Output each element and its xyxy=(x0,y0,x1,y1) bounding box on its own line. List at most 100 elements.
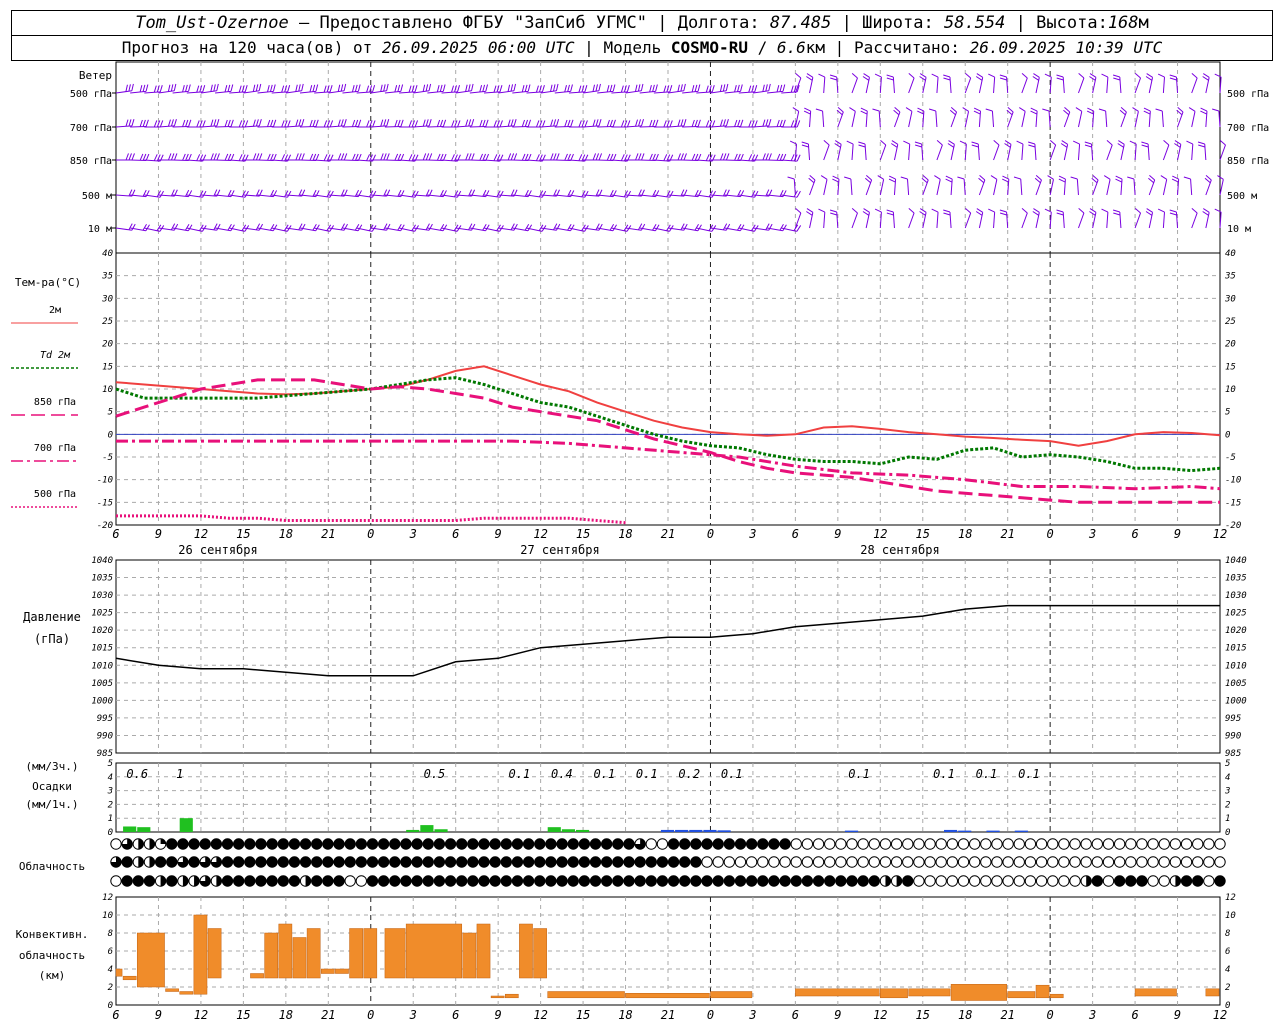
cloud-circle xyxy=(913,875,925,887)
cloud-symbol xyxy=(868,856,881,868)
wind-barb-staff xyxy=(1162,212,1165,229)
wind-barb xyxy=(1129,140,1137,161)
wind-barb-feather xyxy=(570,224,575,232)
cloud-circle xyxy=(255,838,267,850)
cloud-symbol xyxy=(980,856,992,868)
wind-barb-staff xyxy=(215,90,232,94)
wind-barb xyxy=(806,208,814,229)
wind-barb-feather xyxy=(652,223,657,231)
wind-barb-staff xyxy=(823,77,826,94)
wind-barb-feather xyxy=(267,153,271,161)
wind-barb xyxy=(1169,209,1179,229)
temperature-x-tick-label: 0 xyxy=(1047,527,1054,541)
wind-barb-feather xyxy=(943,212,951,216)
wind-level-label: 500 м xyxy=(1227,191,1257,202)
wind-barb-feather xyxy=(315,153,320,161)
wind-barb-staff xyxy=(935,111,938,128)
cloud-circle xyxy=(812,856,825,868)
wind-barb-feather xyxy=(762,119,766,127)
cloud-symbol xyxy=(489,856,501,868)
wind-barb-feather xyxy=(425,84,429,92)
wind-barb-feather xyxy=(354,84,358,92)
wind-barb-feather xyxy=(323,154,328,161)
wind-barb-feather xyxy=(541,190,547,198)
cloud-circle xyxy=(556,856,568,868)
wind-barb-feather xyxy=(187,224,193,232)
cloud-symbol xyxy=(166,838,178,850)
cloud-symbol xyxy=(1091,875,1104,887)
cloud-circle xyxy=(1058,838,1070,850)
wind-barb-feather xyxy=(468,223,473,231)
cloud-symbol xyxy=(344,838,356,850)
cloud-circle xyxy=(221,856,234,868)
cloud-symbol xyxy=(634,856,646,868)
cloud-circle xyxy=(690,838,702,850)
wind-barb-staff xyxy=(172,125,189,128)
convective-y-tick-label: 8 xyxy=(1225,929,1230,939)
wind-barb-feather xyxy=(550,153,554,161)
cloud-circle xyxy=(879,856,892,868)
precipitation-bar xyxy=(944,829,958,832)
temperature-y-tick-label: 5 xyxy=(108,408,113,418)
pressure-y-tick-label: 1000 xyxy=(1225,696,1247,706)
wind-barb-feather xyxy=(485,153,490,161)
convective-bar xyxy=(908,988,951,997)
wind-barb-feather xyxy=(252,84,256,92)
cloud-symbol xyxy=(667,875,680,887)
cloud-circle xyxy=(1147,856,1159,868)
cloud-circle xyxy=(232,875,245,887)
cloud-symbol xyxy=(1024,838,1037,850)
cloud-symbol xyxy=(400,875,412,887)
wind-barb-feather xyxy=(1191,73,1198,79)
wind-barb-staff xyxy=(1021,212,1028,229)
wind-barb-feather xyxy=(844,176,852,180)
wind-barb-feather xyxy=(1084,144,1092,148)
wind-barb-feather xyxy=(145,224,150,232)
wind-barb-feather xyxy=(694,223,699,231)
cloud-symbol xyxy=(288,856,301,868)
wind-barb-feather xyxy=(858,144,866,148)
wind-barb-feather xyxy=(1056,209,1064,213)
wind-barb-feather xyxy=(170,223,176,231)
wind-barb-feather xyxy=(535,120,540,128)
wind-barb xyxy=(1044,208,1052,229)
cloud-symbol xyxy=(366,838,379,850)
temperature-legend-label: Td 2м xyxy=(40,350,71,361)
wind-barb-staff xyxy=(299,125,317,128)
cloud-symbol xyxy=(132,838,145,850)
cloud-symbol xyxy=(1102,875,1115,887)
pressure-y-tick-label: 1030 xyxy=(91,591,113,601)
cloud-circle xyxy=(467,856,479,868)
wind-barb-feather xyxy=(1188,107,1196,112)
cloud-symbol xyxy=(690,838,702,850)
wind-barb-staff xyxy=(1076,179,1079,196)
wind-barb-feather xyxy=(748,85,752,93)
wind-barb-feather xyxy=(153,120,158,128)
convective-x-tick-label: 21 xyxy=(1000,1008,1014,1022)
wind-barb-feather xyxy=(1019,107,1026,112)
wind-barb xyxy=(1204,175,1212,196)
wind-barb-staff xyxy=(597,125,614,128)
cloud-circle xyxy=(790,856,802,868)
wind-barb-feather xyxy=(380,153,384,161)
cloud-symbol xyxy=(1191,856,1204,868)
cloud-symbol xyxy=(288,875,301,887)
cloud-symbol xyxy=(1024,856,1037,868)
cloud-circle xyxy=(935,875,947,887)
convective-bar xyxy=(519,923,533,979)
wind-barb-feather xyxy=(697,153,702,161)
cloud-circle xyxy=(656,875,669,887)
cloud-circle xyxy=(1047,856,1059,868)
wind-barb-feather xyxy=(269,223,275,231)
convective-x-tick-label: 15 xyxy=(576,1008,590,1022)
wind-barb xyxy=(872,108,881,128)
cloud-symbol xyxy=(913,838,925,850)
wind-barb xyxy=(829,209,839,229)
wind-barb-feather xyxy=(1028,141,1036,145)
convective-bar xyxy=(264,932,279,979)
temperature-axis-label: Тем-ра(°С) xyxy=(15,276,81,289)
day-label: 28 сентября xyxy=(860,543,939,557)
wind-barb-feather xyxy=(125,119,129,127)
wind-barb-feather xyxy=(1202,76,1209,81)
wind-barb-feather xyxy=(737,84,740,92)
